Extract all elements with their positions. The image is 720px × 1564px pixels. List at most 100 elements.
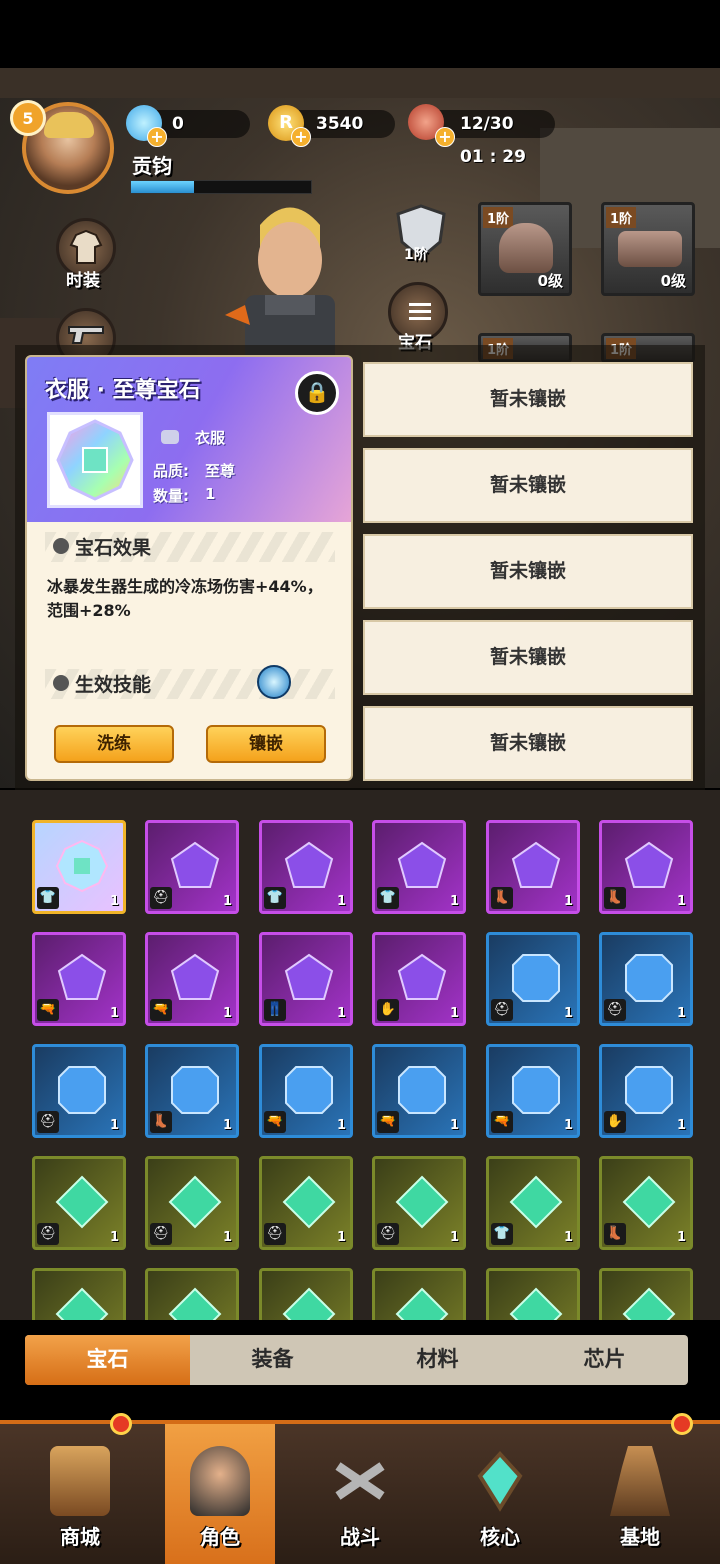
gem-inventory-item[interactable]: 👖 1 <box>259 932 353 1026</box>
gem-inventory-item[interactable]: ⛑ 1 <box>259 1156 353 1250</box>
gem-inventory-item[interactable]: 🔫 1 <box>372 1044 466 1138</box>
gem-inventory-item[interactable] <box>259 1268 353 1320</box>
gem-inventory-item[interactable]: ✋ 1 <box>372 932 466 1026</box>
blue-gem-icon <box>625 954 673 1002</box>
gem-count: 1 <box>222 1118 232 1133</box>
helmet-slot-icon: ⛑ <box>604 999 626 1021</box>
gem-count: 1 <box>336 1118 346 1133</box>
crossed-guns-icon <box>335 1462 385 1500</box>
gem-inventory-item[interactable]: 🔫 1 <box>259 1044 353 1138</box>
add-coin-button[interactable]: + <box>291 127 311 147</box>
reroll-button[interactable]: 洗练 <box>54 725 174 763</box>
gem-inventory: 👕 1 ⛑ 1 👕 1 👕 1 👢 1 👢 1 🔫 1 🔫 1 👖 1 ✋ 1 ⛑ 1 ⛑ 1 ⛑ 1 👢 1 🔫 1 🔫 1 🔫 1 ✋ 1 ⛑ 1 ⛑ 1… <box>0 790 720 1320</box>
gem-count: 1 <box>109 1230 119 1245</box>
tab-equipment[interactable]: 装备 <box>190 1335 355 1385</box>
gem-inventory-item[interactable]: 👕 1 <box>259 820 353 914</box>
helmet-slot-icon: ⛑ <box>264 1223 286 1245</box>
boots-slot-icon: 👢 <box>150 1111 172 1133</box>
lock-button[interactable]: 🔒 <box>295 371 339 415</box>
gem-inventory-item[interactable]: 👢 1 <box>599 1156 693 1250</box>
gem-count: 1 <box>222 894 232 909</box>
quality-value: 至尊 <box>205 462 236 480</box>
gem-inventory-item[interactable] <box>145 1268 239 1320</box>
gem-inventory-item[interactable]: 🔫 1 <box>32 932 126 1026</box>
gem-inventory-item[interactable]: 👕 1 <box>32 820 126 914</box>
gem-count: 1 <box>449 1230 459 1245</box>
base-notification-dot <box>671 1413 693 1435</box>
gem-inventory-item[interactable] <box>486 1268 580 1320</box>
gem-count: 1 <box>676 894 686 909</box>
helmet-slot-icon: ⛑ <box>37 1223 59 1245</box>
skill-header: 生效技能 <box>75 674 152 696</box>
gem-inventory-item[interactable]: 👢 1 <box>486 820 580 914</box>
tab-chip[interactable]: 芯片 <box>522 1335 687 1385</box>
green-gem-icon <box>55 1287 109 1320</box>
gem-count: 1 <box>449 1118 459 1133</box>
equip-tier: 1阶 <box>606 207 637 228</box>
effect-bullet-icon <box>53 538 69 554</box>
gem-inventory-item[interactable]: ⛑ 1 <box>145 820 239 914</box>
equip-tier: 1阶 <box>483 207 514 228</box>
supreme-gem-icon <box>55 839 109 893</box>
nav-battle[interactable]: 战斗 <box>305 1424 415 1564</box>
xp-bar <box>130 180 312 194</box>
nav-shop[interactable]: 商城 <box>25 1424 135 1564</box>
gem-socket[interactable]: 暂未镶嵌 <box>363 706 693 781</box>
gem-inventory-item[interactable]: ⛑ 1 <box>372 1156 466 1250</box>
hero-character <box>225 207 335 365</box>
gem-inventory-item[interactable]: ⛑ 1 <box>32 1156 126 1250</box>
gem-preview <box>47 412 143 508</box>
pants-slot-icon: 👖 <box>264 999 286 1021</box>
clothes-slot-icon: 👕 <box>377 887 399 909</box>
gem-inventory-item[interactable]: ⛑ 1 <box>599 932 693 1026</box>
nav-character[interactable]: 角色 <box>165 1424 275 1564</box>
clothes-slot-icon: 👕 <box>37 887 59 909</box>
purple-gem-icon <box>284 953 334 1000</box>
ice-skill-icon[interactable] <box>257 665 291 699</box>
add-stamina-button[interactable]: + <box>435 127 455 147</box>
nav-base[interactable]: 基地 <box>585 1424 695 1564</box>
nav-shop-label: 商城 <box>60 1525 100 1549</box>
gem-inventory-item[interactable]: 👕 1 <box>372 820 466 914</box>
gun-slot-icon: 🔫 <box>37 999 59 1021</box>
purple-gem-icon <box>511 841 561 888</box>
equip-level: 0级 <box>660 272 686 290</box>
equip-slot-gauntlet[interactable]: 1阶 0级 <box>601 202 695 296</box>
gem-inventory-item[interactable]: ⛑ 1 <box>486 932 580 1026</box>
add-diamond-button[interactable]: + <box>147 127 167 147</box>
gem-inventory-item[interactable]: ⛑ 1 <box>32 1044 126 1138</box>
xp-bar-fill <box>131 181 194 193</box>
nav-core[interactable]: 核心 <box>445 1424 555 1564</box>
gem-socket[interactable]: 暂未镶嵌 <box>363 362 693 437</box>
gem-inventory-item[interactable]: 🔫 1 <box>145 932 239 1026</box>
green-gem-icon <box>282 1287 336 1320</box>
equip-slot-helmet[interactable]: 1阶 0级 <box>478 202 572 296</box>
gem-inventory-item[interactable]: 🔫 1 <box>486 1044 580 1138</box>
gem-inventory-item[interactable]: 👢 1 <box>145 1044 239 1138</box>
green-gem-icon <box>55 1175 109 1229</box>
gem-socket[interactable]: 暂未镶嵌 <box>363 620 693 695</box>
inlay-button[interactable]: 镶嵌 <box>206 725 326 763</box>
gem-inventory-item[interactable]: ✋ 1 <box>599 1044 693 1138</box>
stamina-timer: 01 : 29 <box>460 147 526 167</box>
gem-inventory-item[interactable] <box>32 1268 126 1320</box>
tab-gem[interactable]: 宝石 <box>25 1335 190 1385</box>
gem-count: 1 <box>109 1006 119 1021</box>
gem-inventory-item[interactable]: 👢 1 <box>599 820 693 914</box>
tab-material[interactable]: 材料 <box>355 1335 520 1385</box>
purple-gem-icon <box>397 953 447 1000</box>
gun-slot-icon: 🔫 <box>377 1111 399 1133</box>
base-tower-icon <box>610 1446 670 1516</box>
gem-inventory-item[interactable]: 👕 1 <box>486 1156 580 1250</box>
clothes-icon <box>161 430 179 444</box>
boots-slot-icon: 👢 <box>604 1223 626 1245</box>
gem-inventory-item[interactable] <box>599 1268 693 1320</box>
helmet-icon <box>499 223 553 273</box>
gem-title: 衣服 · 至尊宝石 <box>45 378 201 403</box>
gem-count: 1 <box>109 1118 119 1133</box>
gem-inventory-item[interactable] <box>372 1268 466 1320</box>
gem-socket[interactable]: 暂未镶嵌 <box>363 534 693 609</box>
gem-inventory-item[interactable]: ⛑ 1 <box>145 1156 239 1250</box>
blue-gem-icon <box>398 1066 446 1114</box>
gem-socket[interactable]: 暂未镶嵌 <box>363 448 693 523</box>
